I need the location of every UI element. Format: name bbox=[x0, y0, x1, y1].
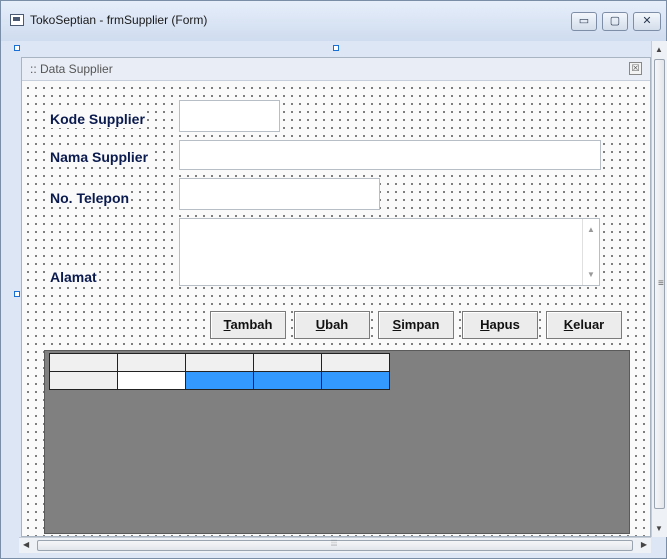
tambah-label: ambah bbox=[230, 317, 273, 332]
keluar-label: eluar bbox=[573, 317, 605, 332]
maximize-button[interactable]: ▢ bbox=[602, 12, 628, 31]
form-caption-bar: :: Data Supplier ☒ bbox=[22, 58, 650, 81]
scroll-up-icon[interactable]: ▲ bbox=[587, 225, 595, 234]
grid-row-selector[interactable] bbox=[49, 371, 118, 390]
resize-handle-top-middle[interactable] bbox=[333, 45, 339, 51]
grid-header-cell[interactable] bbox=[185, 353, 254, 372]
keluar-button[interactable]: Keluar bbox=[546, 311, 622, 339]
resize-handle-top-left[interactable] bbox=[14, 45, 20, 51]
kode-supplier-label: Kode Supplier bbox=[48, 110, 147, 128]
hapus-label: apus bbox=[489, 317, 520, 332]
alamat-scrollbar[interactable]: ▲ ▼ bbox=[582, 219, 599, 285]
hapus-hotkey: H bbox=[480, 317, 490, 332]
form-design-surface[interactable]: :: Data Supplier ☒ Kode Supplier Nama Su… bbox=[21, 57, 651, 537]
resize-handle-middle-left[interactable] bbox=[14, 291, 20, 297]
grip-icon: ≡ bbox=[658, 278, 664, 289]
keluar-hotkey: K bbox=[563, 317, 574, 332]
no-telepon-input[interactable] bbox=[179, 178, 380, 210]
grid-header-cell[interactable] bbox=[49, 353, 118, 372]
form-close-icon[interactable]: ☒ bbox=[629, 62, 642, 75]
ubah-hotkey: U bbox=[315, 317, 326, 332]
form-window-icon bbox=[10, 14, 24, 26]
simpan-button[interactable]: Simpan bbox=[378, 311, 454, 339]
grid-header-cell[interactable] bbox=[253, 353, 322, 372]
hapus-button[interactable]: Hapus bbox=[462, 311, 538, 339]
scroll-left-icon[interactable]: ◀ bbox=[23, 540, 29, 549]
close-button[interactable]: ✕ bbox=[633, 12, 661, 31]
grid-cell-selected[interactable] bbox=[321, 371, 390, 390]
vertical-scroll-thumb[interactable]: ≡ bbox=[654, 59, 665, 509]
grip-icon: ⦙⦙⦙ bbox=[331, 538, 338, 548]
no-telepon-label: No. Telepon bbox=[48, 189, 132, 207]
nama-supplier-label: Nama Supplier bbox=[48, 148, 151, 166]
title-bar: TokoSeptian - frmSupplier (Form) ▭ ▢ ✕ bbox=[1, 1, 666, 41]
horizontal-scrollbar[interactable]: ◀ ⦙⦙⦙ ▶ bbox=[19, 537, 651, 553]
scroll-right-icon[interactable]: ▶ bbox=[641, 540, 647, 549]
tambah-hotkey: T bbox=[223, 317, 231, 332]
window-title: TokoSeptian - frmSupplier (Form) bbox=[30, 13, 208, 27]
scroll-up-icon[interactable]: ▲ bbox=[655, 45, 663, 54]
ide-form-designer-window: TokoSeptian - frmSupplier (Form) ▭ ▢ ✕ :… bbox=[0, 0, 667, 559]
grid-cell-selected[interactable] bbox=[253, 371, 322, 390]
horizontal-scroll-thumb[interactable]: ⦙⦙⦙ bbox=[37, 538, 633, 551]
minimize-button[interactable]: ▭ bbox=[571, 12, 597, 31]
grid-header-cell[interactable] bbox=[321, 353, 390, 372]
alamat-label: Alamat bbox=[48, 268, 99, 286]
grid-cell-selected[interactable] bbox=[185, 371, 254, 390]
kode-supplier-input[interactable] bbox=[179, 100, 280, 132]
alamat-textarea[interactable]: ▲ ▼ bbox=[179, 218, 600, 286]
grid-header-cell[interactable] bbox=[117, 353, 186, 372]
tambah-button[interactable]: Tambah bbox=[210, 311, 286, 339]
form-caption: :: Data Supplier bbox=[30, 62, 113, 76]
simpan-label: impan bbox=[401, 317, 440, 332]
grid-cell-current[interactable] bbox=[117, 371, 186, 390]
ubah-button[interactable]: Ubah bbox=[294, 311, 370, 339]
data-grid[interactable] bbox=[44, 350, 630, 534]
simpan-hotkey: S bbox=[392, 317, 402, 332]
vertical-scrollbar[interactable]: ▲ ≡ ▼ bbox=[651, 41, 667, 537]
nama-supplier-input[interactable] bbox=[179, 140, 601, 170]
scroll-down-icon[interactable]: ▼ bbox=[655, 524, 663, 533]
ubah-label: bah bbox=[325, 317, 349, 332]
scroll-down-icon[interactable]: ▼ bbox=[587, 270, 595, 279]
